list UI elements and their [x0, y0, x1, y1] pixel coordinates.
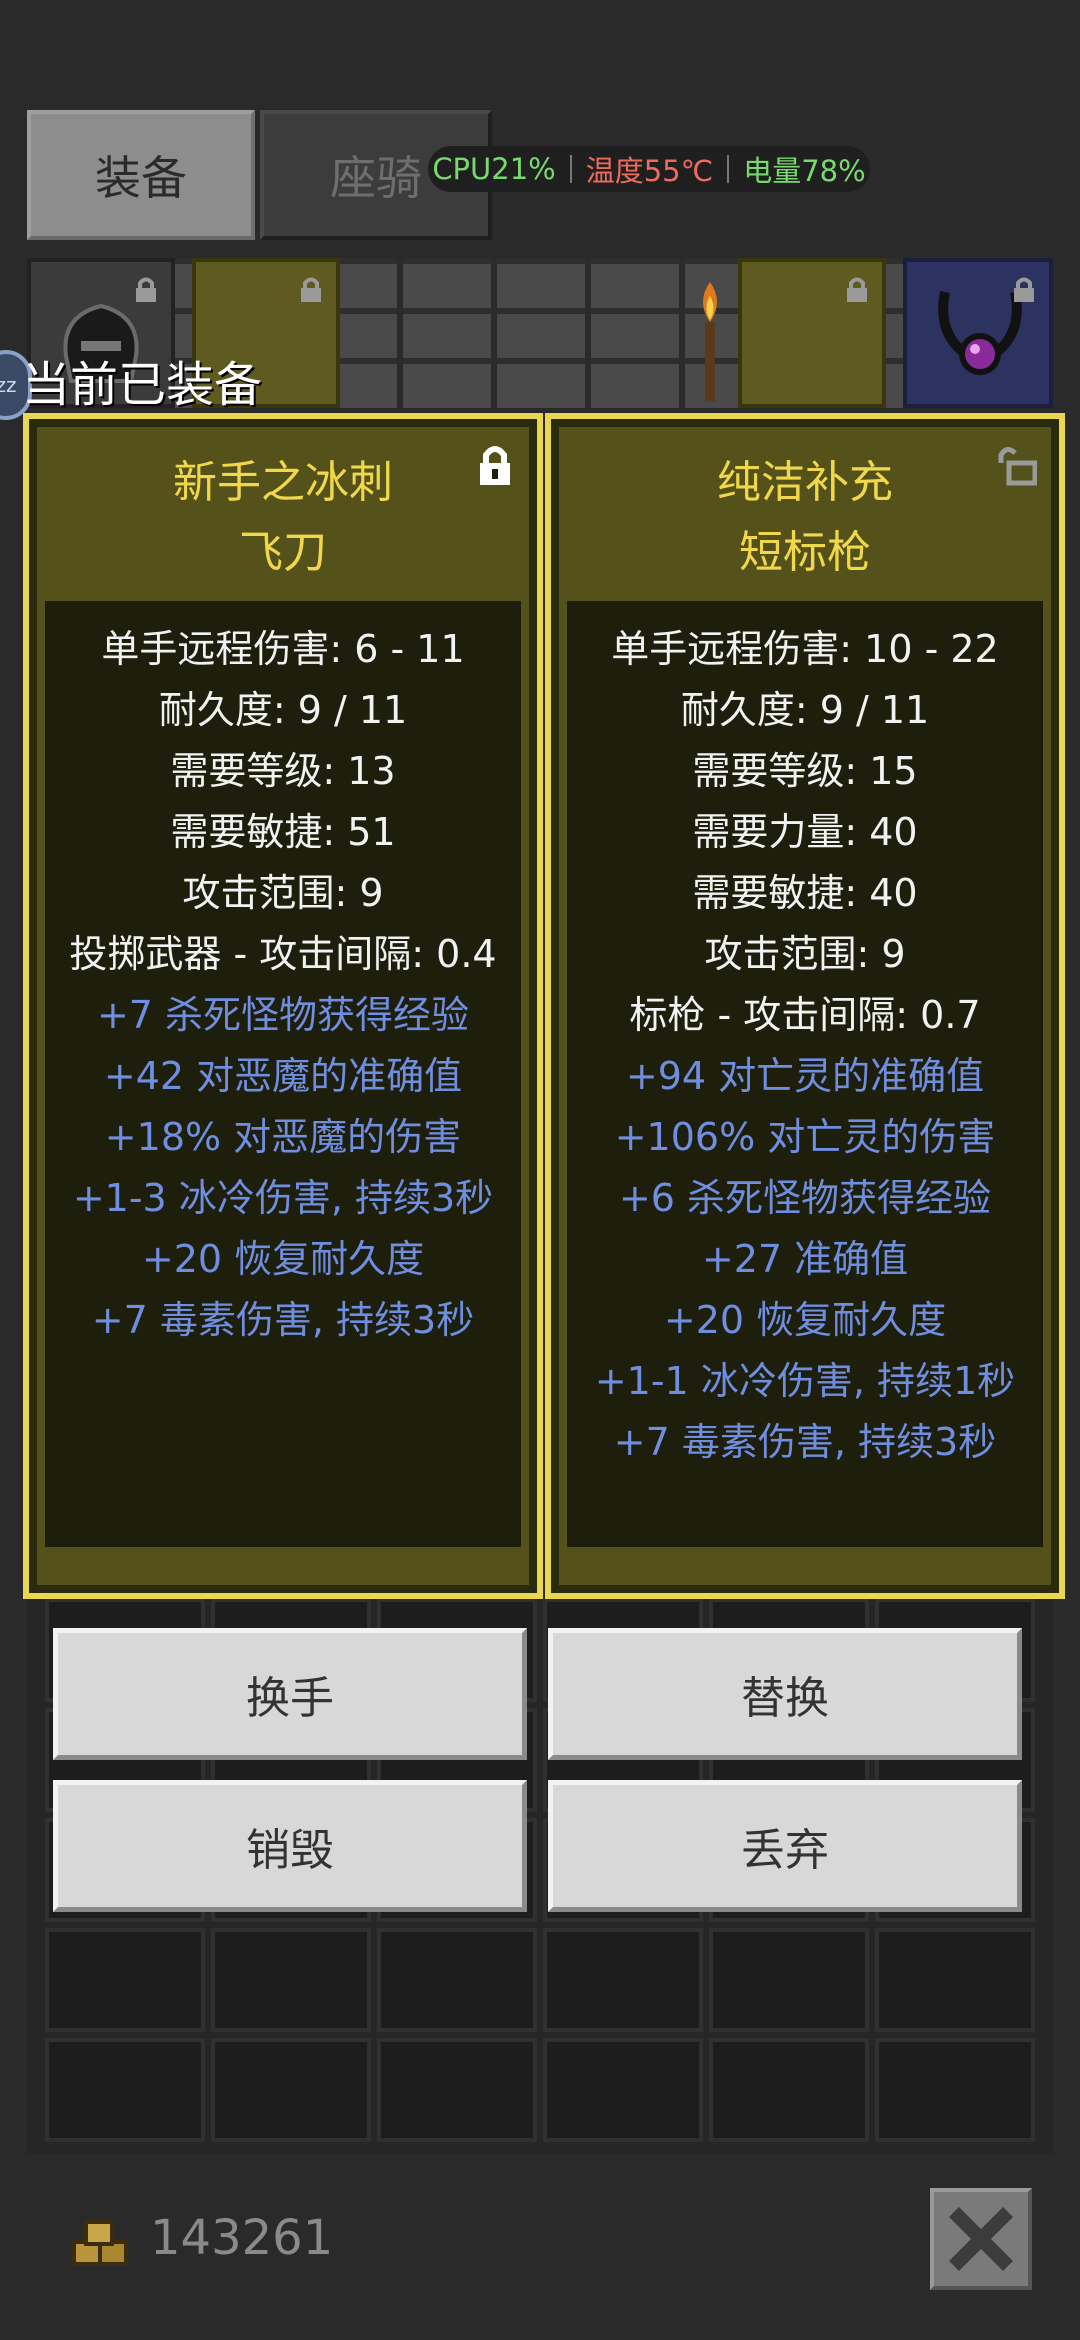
swap-hand-button[interactable]: 换手 [53, 1628, 527, 1760]
status-divider [569, 155, 572, 183]
floating-badge-text: zz [0, 373, 17, 397]
affix-line: +18% 对恶魔的伤害 [104, 1115, 462, 1159]
card-footer [567, 1547, 1043, 1577]
inventory-cell[interactable] [543, 1928, 703, 2032]
tab-equipment[interactable]: 装备 [27, 110, 255, 240]
tab-mount-label: 座骑 [330, 151, 422, 205]
gold-amount: 143261 [150, 2210, 334, 2266]
destroy-button[interactable]: 销毁 [53, 1780, 527, 1912]
selected-item-card: 纯洁补充 短标枪 单手远程伤害: 10 - 22 耐久度: 9 / 11 需要等… [545, 413, 1065, 1599]
lock-icon [136, 277, 156, 302]
unlock-icon[interactable] [997, 443, 1037, 487]
affix-line: +7 毒素伤害, 持续3秒 [91, 1298, 475, 1342]
item-type: 飞刀 [239, 527, 327, 578]
affix-line: +20 恢复耐久度 [663, 1298, 947, 1342]
battery-level: 电量78% [743, 154, 866, 188]
affix-line: +27 准确值 [701, 1237, 909, 1281]
stat-line: 耐久度: 9 / 11 [158, 688, 408, 732]
status-divider [727, 155, 730, 183]
stat-line: 攻击范围: 9 [704, 932, 906, 976]
affix-line: +94 对亡灵的准确值 [625, 1054, 985, 1098]
item-type: 短标枪 [739, 527, 871, 578]
equipment-slot-right-hand[interactable] [738, 258, 886, 408]
inventory-cell[interactable] [45, 1928, 205, 2032]
discard-label: 丢弃 [741, 1825, 829, 1876]
affix-line: +7 毒素伤害, 持续3秒 [613, 1420, 997, 1464]
close-button[interactable] [930, 2188, 1032, 2290]
stat-line: 单手远程伤害: 6 - 11 [101, 627, 465, 671]
inventory-cell[interactable] [709, 2038, 869, 2142]
discard-button[interactable]: 丢弃 [548, 1780, 1022, 1912]
stat-line: 需要力量: 40 [692, 810, 918, 854]
system-status-bar: CPU21% 温度55℃ 电量78% [428, 146, 870, 192]
torch-icon [703, 282, 717, 402]
item-name: 纯洁补充 [717, 457, 893, 508]
equipped-item-card: 新手之冰刺 飞刀 单手远程伤害: 6 - 11 耐久度: 9 / 11 需要等级… [23, 413, 543, 1599]
inventory-cell[interactable] [211, 1928, 371, 2032]
stat-line: 攻击范围: 9 [182, 871, 384, 915]
inventory-cell[interactable] [45, 2038, 205, 2142]
affix-line: +6 杀死怪物获得经验 [618, 1176, 992, 1220]
inventory-cell[interactable] [875, 2038, 1035, 2142]
lock-icon[interactable] [475, 443, 515, 487]
stat-line: 需要敏捷: 40 [692, 871, 918, 915]
item-title: 纯洁补充 短标枪 [567, 435, 1043, 601]
affix-line: +20 恢复耐久度 [141, 1237, 425, 1281]
affix-line: +1-1 冰冷伤害, 持续1秒 [594, 1359, 1016, 1403]
item-stats: 单手远程伤害: 6 - 11 耐久度: 9 / 11 需要等级: 13 需要敏捷… [45, 619, 521, 1351]
affix-line: +7 杀死怪物获得经验 [96, 993, 470, 1037]
inventory-cell[interactable] [211, 2038, 371, 2142]
inventory-cell[interactable] [377, 1928, 537, 2032]
affix-line: +106% 对亡灵的伤害 [614, 1115, 996, 1159]
stat-line: 耐久度: 9 / 11 [680, 688, 930, 732]
stat-line: 需要等级: 13 [170, 749, 396, 793]
stat-line: 标枪 - 攻击间隔: 0.7 [629, 993, 981, 1037]
inventory-cell[interactable] [377, 2038, 537, 2142]
inventory-cell[interactable] [875, 1928, 1035, 2032]
tab-equipment-label: 装备 [95, 151, 187, 205]
stat-line: 需要敏捷: 51 [170, 810, 396, 854]
inventory-cell[interactable] [543, 2038, 703, 2142]
stat-line: 投掷武器 - 攻击间隔: 0.4 [69, 932, 497, 976]
currently-equipped-label: 当前已装备 [22, 357, 263, 413]
item-name: 新手之冰刺 [173, 457, 393, 508]
card-footer [45, 1547, 521, 1577]
swap-hand-label: 换手 [246, 1673, 334, 1724]
affix-line: +42 对恶魔的准确值 [103, 1054, 463, 1098]
lock-icon [1014, 277, 1034, 302]
item-title: 新手之冰刺 飞刀 [45, 435, 521, 601]
stat-line: 单手远程伤害: 10 - 22 [611, 627, 999, 671]
destroy-label: 销毁 [246, 1825, 334, 1876]
stat-line: 需要等级: 15 [692, 749, 918, 793]
lock-icon [847, 277, 867, 302]
equipment-slot-amulet[interactable] [903, 258, 1053, 408]
cpu-usage: CPU21% [432, 152, 556, 186]
close-icon [949, 2207, 1013, 2271]
affix-line: +1-3 冰冷伤害, 持续3秒 [72, 1176, 494, 1220]
inventory-cell[interactable] [709, 1928, 869, 2032]
temperature: 温度55℃ [585, 154, 714, 188]
item-stats: 单手远程伤害: 10 - 22 耐久度: 9 / 11 需要等级: 15 需要力… [567, 619, 1043, 1473]
replace-label: 替换 [741, 1673, 829, 1724]
replace-button[interactable]: 替换 [548, 1628, 1022, 1760]
lock-icon [301, 277, 321, 302]
gold-coins-icon [72, 2220, 128, 2266]
